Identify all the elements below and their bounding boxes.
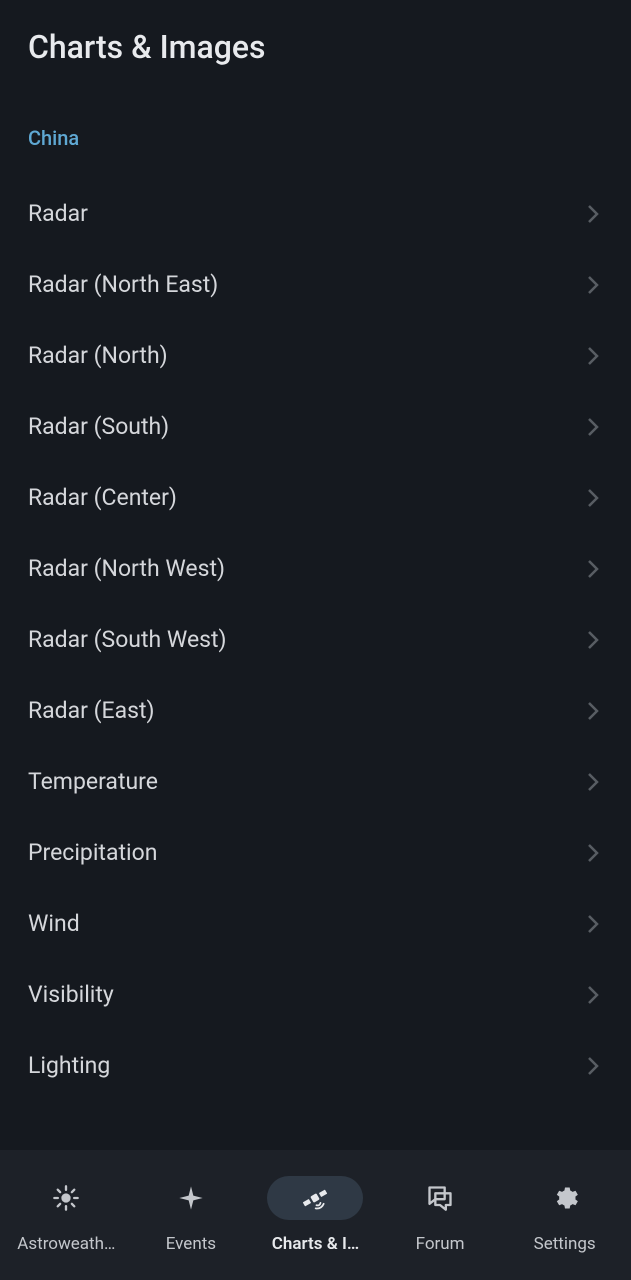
chevron-right-icon xyxy=(583,346,603,366)
main-content: Charts & Images China Radar Radar (North … xyxy=(0,0,631,1150)
chevron-right-icon xyxy=(583,204,603,224)
list-item[interactable]: Radar (South) xyxy=(28,391,603,462)
list-item[interactable]: Radar (North West) xyxy=(28,533,603,604)
chevron-right-icon xyxy=(583,985,603,1005)
list-item-label: Radar (Center) xyxy=(28,484,177,511)
page-title: Charts & Images xyxy=(28,28,603,66)
list-item-label: Radar xyxy=(28,200,88,227)
chevron-right-icon xyxy=(583,559,603,579)
chat-icon xyxy=(425,1183,455,1213)
section-header-china: China xyxy=(28,126,603,150)
chevron-right-icon xyxy=(583,275,603,295)
nav-item-sparkle[interactable]: Events xyxy=(129,1176,254,1254)
nav-item-chat[interactable]: Forum xyxy=(378,1176,503,1254)
charts-list: Radar Radar (North East) Radar (North) Rada… xyxy=(28,178,603,1101)
nav-icon-wrapper xyxy=(392,1176,488,1220)
list-item[interactable]: Visibility xyxy=(28,959,603,1030)
chevron-right-icon xyxy=(583,417,603,437)
list-item-label: Radar (North West) xyxy=(28,555,225,582)
list-item-label: Temperature xyxy=(28,768,158,795)
list-item[interactable]: Precipitation xyxy=(28,817,603,888)
list-item[interactable]: Lighting xyxy=(28,1030,603,1101)
list-item[interactable]: Radar (South West) xyxy=(28,604,603,675)
chevron-right-icon xyxy=(583,701,603,721)
chevron-right-icon xyxy=(583,1056,603,1076)
nav-item-satellite[interactable]: Charts & I… xyxy=(253,1176,378,1254)
list-item[interactable]: Radar xyxy=(28,178,603,249)
list-item-label: Radar (North) xyxy=(28,342,168,369)
nav-icon-wrapper xyxy=(517,1176,613,1220)
bottom-nav: Astroweath… Events Charts & I… Forum Setting… xyxy=(0,1150,631,1280)
nav-label: Events xyxy=(166,1234,216,1254)
list-item-label: Lighting xyxy=(28,1052,110,1079)
chevron-right-icon xyxy=(583,488,603,508)
list-item-label: Radar (South) xyxy=(28,413,169,440)
chevron-right-icon xyxy=(583,772,603,792)
chevron-right-icon xyxy=(583,630,603,650)
nav-label: Forum xyxy=(416,1234,465,1254)
gear-icon xyxy=(550,1183,580,1213)
list-item[interactable]: Temperature xyxy=(28,746,603,817)
list-item-label: Visibility xyxy=(28,981,114,1008)
nav-icon-wrapper xyxy=(267,1176,363,1220)
nav-label: Settings xyxy=(534,1234,596,1254)
nav-icon-wrapper xyxy=(143,1176,239,1220)
list-item-label: Radar (East) xyxy=(28,697,155,724)
list-item-label: Radar (South West) xyxy=(28,626,227,653)
list-item[interactable]: Radar (East) xyxy=(28,675,603,746)
list-item-label: Radar (North East) xyxy=(28,271,218,298)
list-item[interactable]: Wind xyxy=(28,888,603,959)
nav-label: Charts & I… xyxy=(272,1234,359,1254)
nav-label: Astroweath… xyxy=(17,1234,115,1254)
chevron-right-icon xyxy=(583,843,603,863)
list-item-label: Precipitation xyxy=(28,839,157,866)
list-item[interactable]: Radar (North East) xyxy=(28,249,603,320)
list-item[interactable]: Radar (Center) xyxy=(28,462,603,533)
sparkle-icon xyxy=(176,1183,206,1213)
sun-icon xyxy=(51,1183,81,1213)
list-item-label: Wind xyxy=(28,910,80,937)
satellite-icon xyxy=(300,1183,330,1213)
nav-item-sun[interactable]: Astroweath… xyxy=(4,1176,129,1254)
nav-item-gear[interactable]: Settings xyxy=(502,1176,627,1254)
list-item[interactable]: Radar (North) xyxy=(28,320,603,391)
chevron-right-icon xyxy=(583,914,603,934)
nav-icon-wrapper xyxy=(18,1176,114,1220)
